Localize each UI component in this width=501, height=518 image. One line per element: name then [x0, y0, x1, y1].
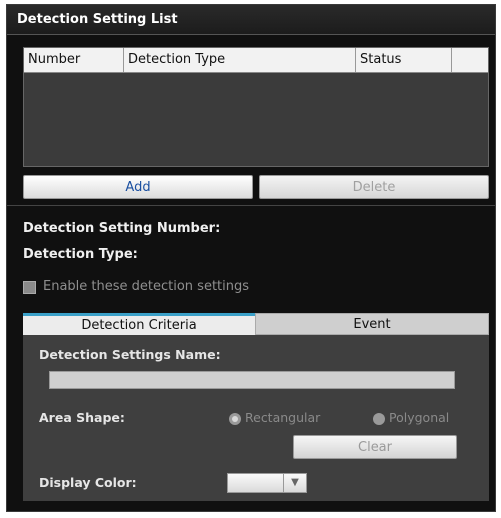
polygonal-label: Polygonal	[389, 410, 450, 425]
area-shape-label: Area Shape:	[39, 410, 125, 425]
detection-type-label: Detection Type:	[23, 247, 138, 262]
tab-detection-criteria[interactable]: Detection Criteria	[23, 313, 255, 335]
list-title: Detection Setting List	[7, 5, 495, 35]
detection-settings-panel: Detection Setting List Number Detection …	[6, 4, 496, 512]
enable-detection-label: Enable these detection settings	[43, 279, 250, 294]
section-divider	[7, 205, 495, 206]
column-header-number[interactable]: Number	[24, 48, 124, 72]
rectangular-label: Rectangular	[245, 410, 321, 425]
tab-event[interactable]: Event	[255, 313, 489, 335]
detection-setting-table[interactable]: Number Detection Type Status	[23, 47, 489, 167]
delete-button[interactable]: Delete	[259, 175, 489, 199]
enable-detection-checkbox[interactable]	[23, 281, 36, 294]
column-header-blank	[452, 48, 488, 72]
rectangular-radio[interactable]	[229, 413, 241, 425]
detection-settings-name-input[interactable]	[49, 371, 455, 389]
table-header: Number Detection Type Status	[24, 48, 488, 73]
column-header-status[interactable]: Status	[356, 48, 452, 72]
display-color-select[interactable]: ▼	[227, 473, 307, 493]
chevron-down-icon[interactable]: ▼	[283, 474, 306, 492]
clear-button[interactable]: Clear	[293, 435, 457, 459]
polygonal-radio[interactable]	[373, 413, 385, 425]
display-color-label: Display Color:	[39, 475, 137, 490]
detection-criteria-tab-body: Detection Settings Name: Area Shape: Rec…	[23, 335, 489, 501]
detection-settings-name-label: Detection Settings Name:	[39, 347, 221, 362]
column-header-detection-type[interactable]: Detection Type	[124, 48, 356, 72]
detection-setting-number-label: Detection Setting Number:	[23, 221, 221, 236]
add-button[interactable]: Add	[23, 175, 253, 199]
